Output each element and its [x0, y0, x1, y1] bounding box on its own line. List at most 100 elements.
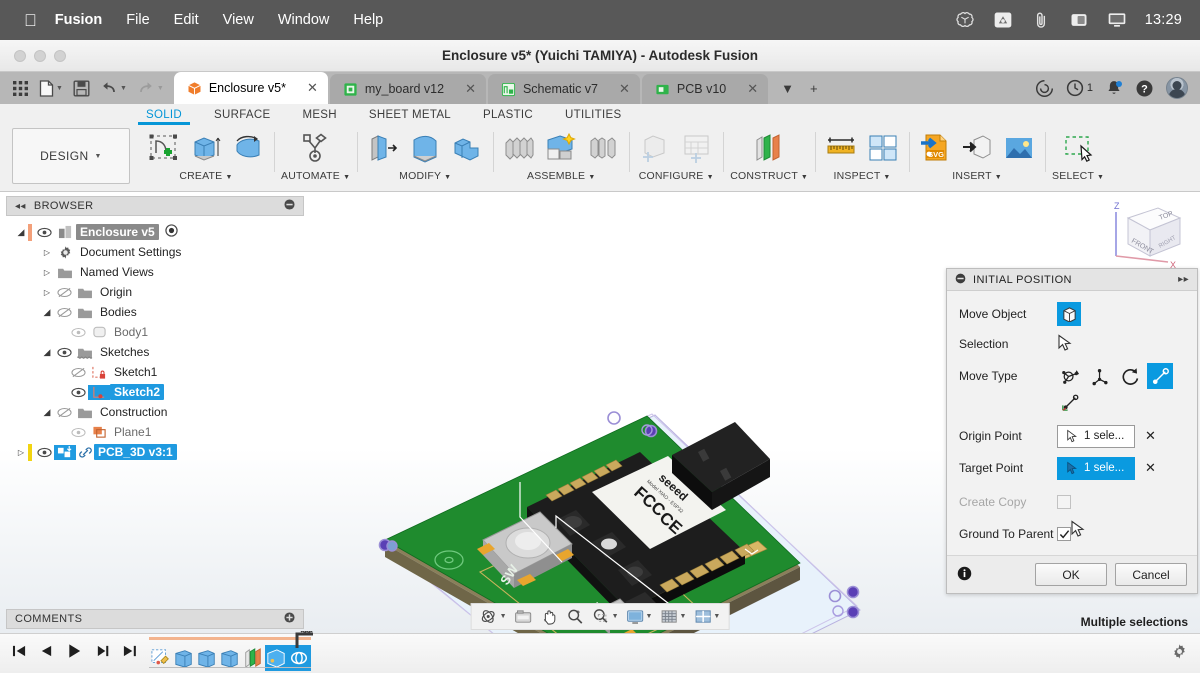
collapse-circle-icon[interactable] — [955, 273, 966, 287]
pan-icon[interactable] — [538, 606, 561, 627]
browser-node-bodies[interactable]: ◢ Bodies — [6, 302, 304, 322]
ok-button[interactable]: OK — [1035, 563, 1107, 586]
ribbon-group-label[interactable]: SELECT ▼ — [1052, 170, 1104, 182]
revolve-icon[interactable] — [229, 128, 267, 168]
ribbon-tab-surface[interactable]: SURFACE — [198, 109, 286, 121]
expand-arrow-icon[interactable]: ▷ — [14, 448, 28, 457]
browser-node-sketches[interactable]: ◢ Sketches — [6, 342, 304, 362]
ribbon-group-label[interactable]: AUTOMATE ▼ — [281, 170, 350, 182]
browser-node-origin[interactable]: ▷ Origin — [6, 282, 304, 302]
chevron-down-icon[interactable]: ▼ — [679, 613, 686, 620]
ribbon-group-label[interactable]: INSERT ▼ — [952, 170, 1002, 182]
measure-icon[interactable] — [822, 128, 860, 168]
ribbon-group-label[interactable]: INSPECT ▼ — [834, 170, 891, 182]
ribbon-group-label[interactable]: CREATE ▼ — [179, 170, 232, 182]
notifications-bell-icon[interactable] — [1105, 79, 1123, 97]
account-avatar[interactable] — [1166, 77, 1188, 99]
chevron-down-icon[interactable]: ▼ — [646, 613, 653, 620]
menu-fusion[interactable]: Fusion — [55, 12, 103, 28]
tab-close-icon[interactable]: ✕ — [293, 80, 318, 96]
openai-icon[interactable] — [955, 10, 975, 30]
visibility-eye-icon[interactable] — [54, 347, 74, 358]
help-icon[interactable]: ? — [1135, 79, 1154, 98]
drive-icon[interactable] — [993, 10, 1013, 30]
chevron-down-icon[interactable]: ▼ — [120, 85, 127, 92]
undo-button[interactable]: ▼ — [96, 75, 131, 101]
menu-help[interactable]: Help — [353, 12, 383, 28]
step-forward-button[interactable] — [95, 644, 110, 663]
insert-svg-icon[interactable]: SVG — [916, 128, 954, 168]
job-status-icon[interactable]: 1 — [1066, 79, 1093, 97]
forward-icon[interactable]: ▸▸ — [1178, 274, 1189, 285]
collapse-left-icon[interactable]: ◂◂ — [15, 201, 26, 212]
configure-table-icon[interactable] — [678, 128, 716, 168]
expand-arrow-icon[interactable]: ▷ — [40, 248, 54, 257]
new-component-icon[interactable] — [500, 128, 538, 168]
new-file-button[interactable]: ▼ — [35, 75, 67, 101]
select-window-icon[interactable] — [1059, 128, 1097, 168]
browser-node-sketch1[interactable]: Sketch1 — [6, 362, 304, 382]
browser-node-pcb-3d[interactable]: ▷ PCB_3D v3:1 — [6, 442, 304, 462]
browser-node-construction[interactable]: ◢ Construction — [6, 402, 304, 422]
automate-icon[interactable] — [297, 128, 335, 168]
browser-node-enclosure[interactable]: ◢ Enclosure v5 — [6, 222, 304, 242]
target-point-selection[interactable]: 1 sele... — [1057, 456, 1135, 480]
offset-plane-icon[interactable] — [750, 128, 788, 168]
ribbon-group-label[interactable]: MODIFY ▼ — [399, 170, 451, 182]
visibility-eye-icon[interactable] — [34, 447, 54, 458]
view-cube[interactable]: Z X TOP FRONT RIGHT — [1106, 198, 1190, 272]
display-settings-icon[interactable]: ▼ — [624, 606, 655, 627]
tab-my-board-v12[interactable]: my_board v12 ✕ — [329, 74, 486, 104]
menu-window[interactable]: Window — [278, 12, 330, 28]
zoom-window-icon[interactable]: ▼ — [590, 606, 621, 627]
browser-node-plane1[interactable]: Plane1 — [6, 422, 304, 442]
expand-arrow-icon[interactable]: ◢ — [14, 227, 28, 238]
extensions-icon[interactable] — [1035, 79, 1054, 98]
new-tab-button[interactable]: + — [803, 78, 825, 99]
origin-point-selection[interactable]: 1 sele... — [1057, 424, 1135, 448]
rigid-group-icon[interactable] — [584, 128, 622, 168]
redo-button[interactable]: ▼ — [133, 75, 168, 101]
rotate-icon[interactable] — [1117, 363, 1143, 389]
orbit-icon[interactable]: ▼ — [478, 606, 509, 627]
ribbon-tab-plastic[interactable]: PLASTIC — [467, 109, 549, 121]
look-at-icon[interactable] — [512, 606, 535, 627]
fillet-icon[interactable] — [406, 128, 444, 168]
joint-icon[interactable] — [542, 128, 580, 168]
browser-node-body1[interactable]: Body1 — [6, 322, 304, 342]
visibility-eye-icon[interactable] — [68, 387, 88, 398]
ribbon-tab-sheet-metal[interactable]: SHEET METAL — [353, 109, 467, 121]
activate-radio-icon[interactable] — [165, 224, 178, 240]
create-copy-checkbox[interactable] — [1057, 495, 1071, 509]
tab-close-icon[interactable]: ✕ — [451, 81, 476, 97]
section-analysis-icon[interactable] — [864, 128, 902, 168]
translate-xyz-icon[interactable] — [1087, 363, 1113, 389]
tab-pcb-v10[interactable]: PCB v10 ✕ — [641, 74, 769, 104]
go-to-end-button[interactable] — [122, 644, 137, 663]
workspace-selector[interactable]: DESIGN ▼ — [12, 128, 130, 184]
tab-overflow-button[interactable]: ▼ — [774, 78, 801, 99]
ribbon-group-label[interactable]: CONSTRUCT ▼ — [730, 170, 808, 182]
ribbon-tab-solid[interactable]: SOLID — [130, 109, 198, 125]
menu-edit[interactable]: Edit — [174, 12, 199, 28]
menu-file[interactable]: File — [126, 12, 149, 28]
target-point-clear-icon[interactable]: ✕ — [1145, 460, 1156, 476]
ribbon-tab-utilities[interactable]: UTILITIES — [549, 109, 637, 121]
ribbon-tab-mesh[interactable]: MESH — [286, 109, 352, 121]
chevron-down-icon[interactable]: ▼ — [713, 613, 720, 620]
selection-cursor-icon[interactable] — [1057, 333, 1073, 355]
shell-icon[interactable] — [448, 128, 486, 168]
chevron-down-icon[interactable]: ▼ — [157, 85, 164, 92]
insert-derive-icon[interactable] — [958, 128, 996, 168]
press-pull-icon[interactable] — [364, 128, 402, 168]
visibility-hidden-icon[interactable] — [54, 407, 74, 418]
tab-schematic-v7[interactable]: Schematic v7 ✕ — [487, 74, 640, 104]
expand-arrow-icon[interactable]: ▷ — [40, 288, 54, 297]
point-to-position-icon[interactable] — [1057, 389, 1083, 415]
play-button[interactable] — [66, 643, 83, 664]
3d-viewport[interactable]: seeed Model XIAO - ESP32 FCC CE SW ◂◂ BR… — [0, 192, 1200, 633]
tab-close-icon[interactable]: ✕ — [605, 81, 630, 97]
split-view-icon[interactable] — [1069, 10, 1089, 30]
minimize-icon[interactable] — [284, 199, 295, 213]
tab-close-icon[interactable]: ✕ — [733, 81, 758, 97]
